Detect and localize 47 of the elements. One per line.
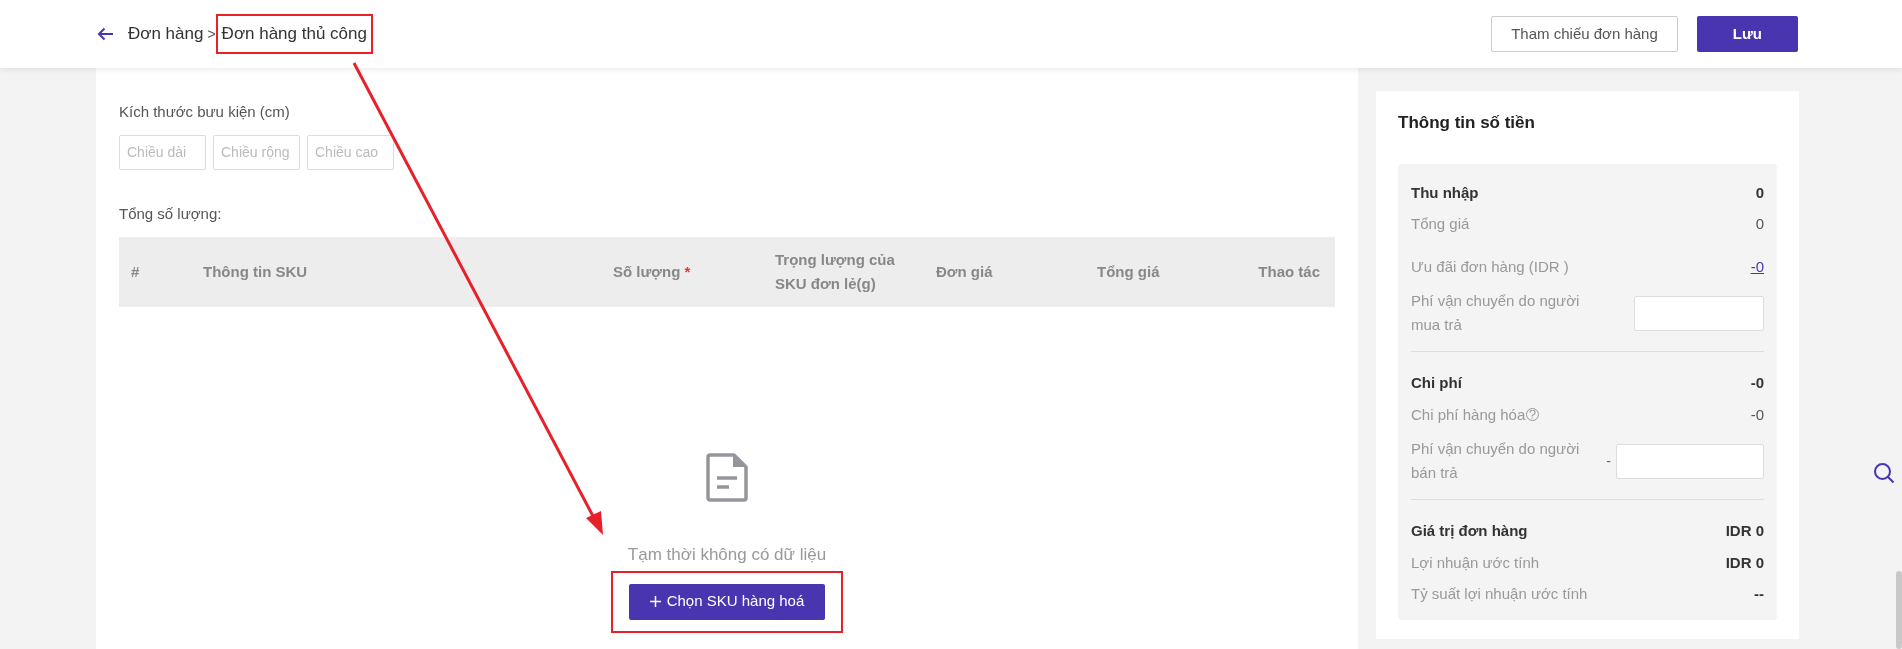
summary-label: Lợi nhuận ước tính [1411,552,1540,573]
summary-label: Ưu đãi đơn hàng (IDR ) [1411,256,1569,277]
save-button[interactable]: Lưu [1696,16,1798,52]
scrollbar[interactable] [1896,571,1902,649]
summary-value: 0 [1755,182,1764,203]
column-header: Đơn giá [936,263,993,280]
summary-value: 0 [1755,214,1764,234]
dimension-field[interactable]: Chiều rộng [213,134,300,170]
column-header: Thao tác [1258,263,1320,280]
summary-value: IDR 0 [1725,552,1764,573]
summary-label: Thu nhập [1411,182,1479,203]
dimension-field[interactable]: Chiều cao [307,134,394,170]
discount-link[interactable]: -0 [1750,255,1764,278]
dimension-field[interactable]: Chiều dài [119,134,206,170]
summary-label: Phí vận chuyển do người mua trả [1411,291,1581,335]
amount-field[interactable] [1616,443,1764,479]
search-icon[interactable] [1873,462,1895,484]
document-icon [706,453,748,502]
column-header: Tổng giá [1097,263,1160,280]
breadcrumb-separator: > [207,24,216,44]
breadcrumb-link[interactable]: Đơn hàng [128,21,204,47]
summary-value: -0 [1750,373,1764,393]
summary-title: Thông tin số tiền [1398,112,1536,134]
amount-field[interactable] [1634,295,1764,331]
parcel-size-label: Kích thước bưu kiện (cm) [119,102,291,122]
column-header: Trọng lượng của SKU đơn lẻ(g) [775,251,895,292]
column-header: # [131,263,140,280]
minus-sign: - [1606,451,1611,471]
summary-label: Chi phí [1411,373,1462,393]
column-header: Thông tin SKU [203,263,308,280]
back-arrow-icon[interactable] [97,27,114,41]
breadcrumb-current: Đơn hàng thủ công [221,24,367,44]
order-reference-button[interactable]: Tham chiếu đơn hàng [1491,16,1678,52]
summary-value: IDR 0 [1725,521,1764,541]
empty-state-message: Tạm thời không có dữ liệu [627,544,827,566]
select-sku-button[interactable]: Chọn SKU hàng hoá [629,583,825,620]
required-mark: * [684,263,691,280]
summary-label: Chi phí hàng hóa [1411,404,1526,425]
summary-label: Giá trị đơn hàng [1411,521,1528,541]
total-quantity-label: Tổng số lượng: [119,203,223,224]
column-header: Số lượng [613,263,681,280]
summary-label: Tỷ suất lợi nhuận ước tính [1411,584,1588,604]
summary-value: -0 [1750,404,1764,425]
plus-icon [649,596,661,607]
summary-label: Tổng giá [1411,214,1470,234]
summary-value: -- [1754,584,1764,604]
summary-label: Phí vận chuyển do người bán trả [1411,439,1581,483]
